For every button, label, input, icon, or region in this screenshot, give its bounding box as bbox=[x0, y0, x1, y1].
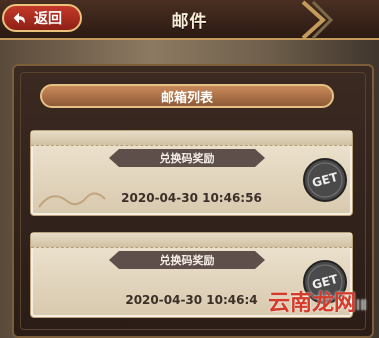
ornament-icon bbox=[301, 0, 334, 40]
watermark: 云南龙网ⅠⅡ bbox=[268, 285, 367, 317]
mail-item[interactable]: 兑换码奖励 2020-04-30 10:46:56 GET bbox=[30, 130, 353, 216]
mailbox-list-header: 邮箱列表 bbox=[40, 84, 334, 108]
mail-title: 兑换码奖励 bbox=[109, 251, 265, 269]
get-reward-button[interactable]: GET bbox=[302, 157, 348, 203]
watermark-suffix: ⅠⅡ bbox=[355, 298, 367, 314]
top-bar: 返回 邮件 bbox=[0, 0, 379, 40]
mail-title: 兑换码奖励 bbox=[109, 149, 265, 167]
envelope-flap bbox=[31, 131, 352, 146]
swirl-ornament-icon bbox=[38, 192, 106, 208]
envelope-flap bbox=[31, 233, 352, 248]
watermark-text: 云南龙网 bbox=[267, 291, 356, 316]
